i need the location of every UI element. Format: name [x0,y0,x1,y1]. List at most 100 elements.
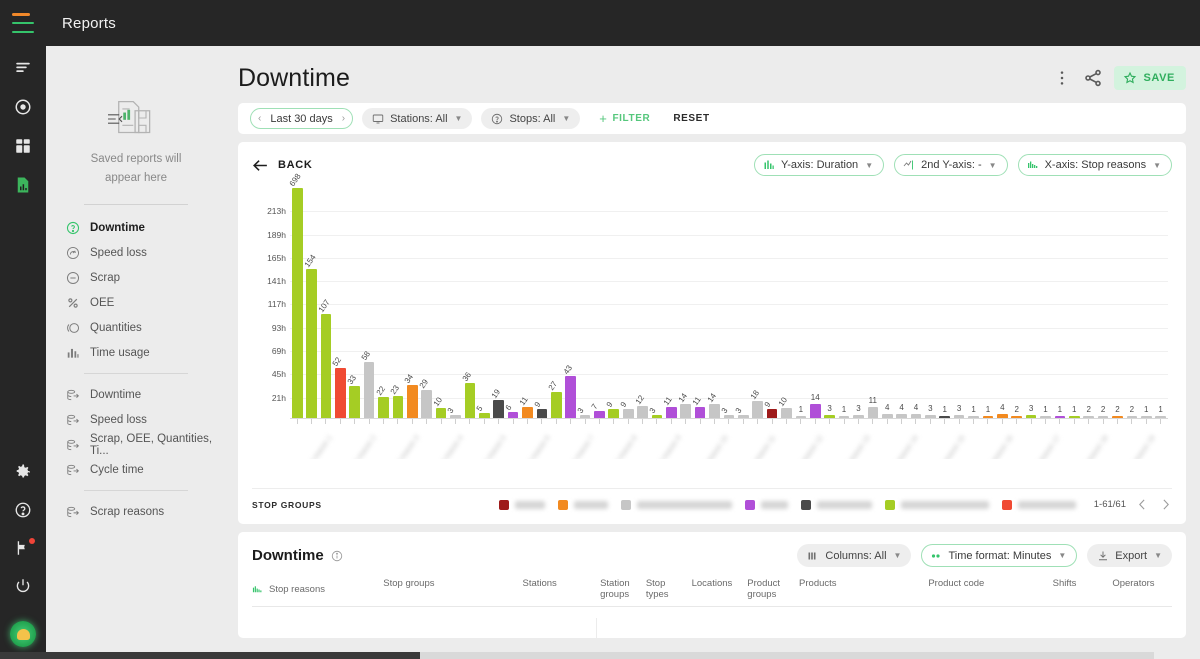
bar-item[interactable]: 14 [808,188,822,418]
bar-item[interactable]: 698 [290,188,304,418]
prev-page-icon[interactable] [1136,498,1149,511]
save-button[interactable]: SAVE [1114,66,1186,90]
bar-item[interactable]: 2 [1110,188,1124,418]
bar[interactable] [810,404,821,418]
bar-item[interactable]: 3 [952,188,966,418]
table-column-header[interactable]: Stop types [646,578,692,600]
bar[interactable] [537,409,548,418]
legend-item[interactable] [499,500,545,510]
bar-item[interactable]: 1 [794,188,808,418]
bar-item[interactable]: 3 [578,188,592,418]
bar-item[interactable]: 18 [751,188,765,418]
menu-toggle-icon[interactable] [12,13,34,33]
bar-item[interactable]: 1 [1153,188,1167,418]
bar-item[interactable]: 9 [607,188,621,418]
bar-item[interactable]: 12 [635,188,649,418]
bar[interactable] [522,407,533,418]
table-column-header[interactable]: Product code [928,578,1052,600]
legend-item[interactable] [801,500,872,510]
bar[interactable] [709,404,720,418]
export-button[interactable]: Export ▼ [1087,544,1172,567]
sidebar-export-downtime[interactable]: Downtime [46,382,226,407]
table-column-header[interactable]: Station groups [600,578,646,600]
report-icon[interactable] [14,176,32,194]
bar-item[interactable]: 22 [376,188,390,418]
bar-item[interactable]: 9 [535,188,549,418]
sidebar-item-scrap[interactable]: Scrap [46,265,226,290]
bar-item[interactable]: 11 [664,188,678,418]
bar-item[interactable]: 36 [463,188,477,418]
bar-item[interactable]: 3 [923,188,937,418]
bar-item[interactable]: 3 [851,188,865,418]
collapse-sidebar-icon[interactable] [106,112,124,126]
sidebar-export-scrap-oee[interactable]: Scrap, OEE, Quantities, Ti... [46,432,226,457]
table-column-header[interactable]: Locations [692,578,748,600]
x-axis-selector[interactable]: X-axis: Stop reasons ▼ [1018,154,1172,176]
list-icon[interactable] [14,59,32,77]
back-button[interactable]: BACK [252,158,313,173]
sidebar-item-downtime[interactable]: Downtime [46,215,226,240]
bar[interactable] [349,386,360,418]
bar[interactable] [378,397,389,418]
bar-item[interactable]: 4 [894,188,908,418]
bar[interactable] [623,409,634,418]
bar-item[interactable]: 19 [491,188,505,418]
bar[interactable] [680,404,691,418]
flag-icon[interactable] [14,539,32,557]
bar-item[interactable]: 23 [391,188,405,418]
y-axis-selector[interactable]: Y-axis: Duration ▼ [754,154,884,176]
add-filter-button[interactable]: + FILTER [589,108,660,129]
bar-item[interactable]: 3 [722,188,736,418]
bar-item[interactable]: 10 [779,188,793,418]
time-format-selector[interactable]: Time format: Minutes ▼ [921,544,1077,567]
stations-filter[interactable]: Stations: All ▼ [362,108,472,129]
bar[interactable] [335,368,346,418]
bar-item[interactable]: 1 [1067,188,1081,418]
sidebar-item-oee[interactable]: OEE [46,290,226,315]
bar-item[interactable]: 10 [434,188,448,418]
table-column-header[interactable]: Shifts [1053,578,1113,600]
bar-item[interactable]: 1 [1139,188,1153,418]
table-column-header[interactable]: Stop reasons [252,578,383,600]
bar-item[interactable]: 14 [679,188,693,418]
bar-item[interactable]: 3 [650,188,664,418]
sidebar-item-quantities[interactable]: Quantities [46,315,226,340]
table-row[interactable] [252,607,1172,638]
bar[interactable] [292,188,303,418]
bar-item[interactable]: 1 [938,188,952,418]
bar-item[interactable]: 3 [736,188,750,418]
bar-item[interactable]: 11 [520,188,534,418]
bar-item[interactable]: 33 [348,188,362,418]
bar-item[interactable]: 9 [765,188,779,418]
bar[interactable] [666,407,677,418]
bar-item[interactable]: 1 [1053,188,1067,418]
second-y-axis-selector[interactable]: 2nd Y-axis: - ▼ [894,154,1007,176]
stops-filter[interactable]: Stops: All ▼ [481,108,580,129]
bar[interactable] [608,409,619,418]
bar-item[interactable]: 4 [995,188,1009,418]
bar-item[interactable]: 3 [1024,188,1038,418]
bar[interactable] [393,396,404,418]
sidebar-item-time-usage[interactable]: Time usage [46,340,226,365]
legend-item[interactable] [558,500,608,510]
bar-item[interactable]: 43 [563,188,577,418]
bar[interactable] [407,385,418,418]
bar-item[interactable]: 154 [304,188,318,418]
legend-item[interactable] [621,500,732,510]
gear-icon[interactable] [14,463,32,481]
share-icon[interactable] [1083,68,1103,88]
bar-item[interactable]: 1 [981,188,995,418]
bar-item[interactable]: 5 [477,188,491,418]
legend-item[interactable] [745,500,788,510]
bar[interactable] [364,362,375,418]
legend-item[interactable] [885,500,989,510]
sidebar-export-scrap-reasons[interactable]: Scrap reasons [46,499,226,524]
next-page-icon[interactable] [1159,498,1172,511]
prev-period-icon[interactable]: ‹ [258,113,261,124]
bar[interactable] [767,409,778,418]
bar-item[interactable]: 3 [822,188,836,418]
horizontal-scrollbar[interactable] [0,652,1154,659]
bar[interactable] [781,408,792,418]
bar-item[interactable]: 27 [549,188,563,418]
bar-item[interactable]: 14 [707,188,721,418]
